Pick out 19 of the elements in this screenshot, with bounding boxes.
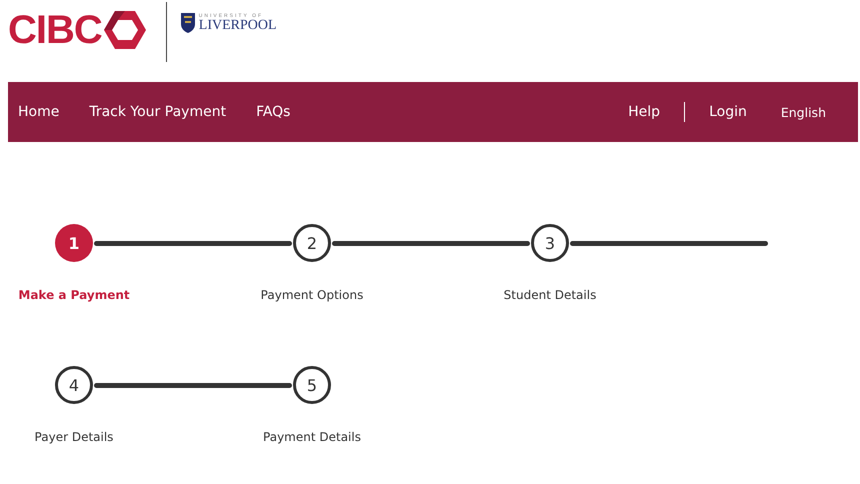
nav-link[interactable]: Track Your Payment [89, 104, 226, 120]
nav-link[interactable]: Home [18, 104, 60, 120]
step-number[interactable]: 2 [293, 224, 331, 262]
step-label: Make a Payment [17, 288, 131, 302]
step-number[interactable]: 3 [531, 224, 569, 262]
nav-link[interactable]: Help [628, 104, 660, 120]
university-name: LIVERPOOL [198, 19, 277, 33]
step-label: Payment Details [262, 430, 362, 444]
nav-link[interactable]: FAQs [256, 104, 290, 120]
step-label: Payer Details [34, 430, 114, 444]
crest-icon [180, 13, 195, 33]
step-number[interactable]: 4 [55, 366, 93, 404]
step-label: Student Details [502, 288, 598, 302]
bank-logo-text: CIBC [8, 10, 102, 50]
step-label: Payment Options [260, 288, 364, 302]
nav-link[interactable]: Login [709, 104, 747, 120]
step-number[interactable]: 1 [55, 224, 93, 262]
step-number[interactable]: 5 [293, 366, 331, 404]
language-selector[interactable]: English [780, 104, 826, 120]
